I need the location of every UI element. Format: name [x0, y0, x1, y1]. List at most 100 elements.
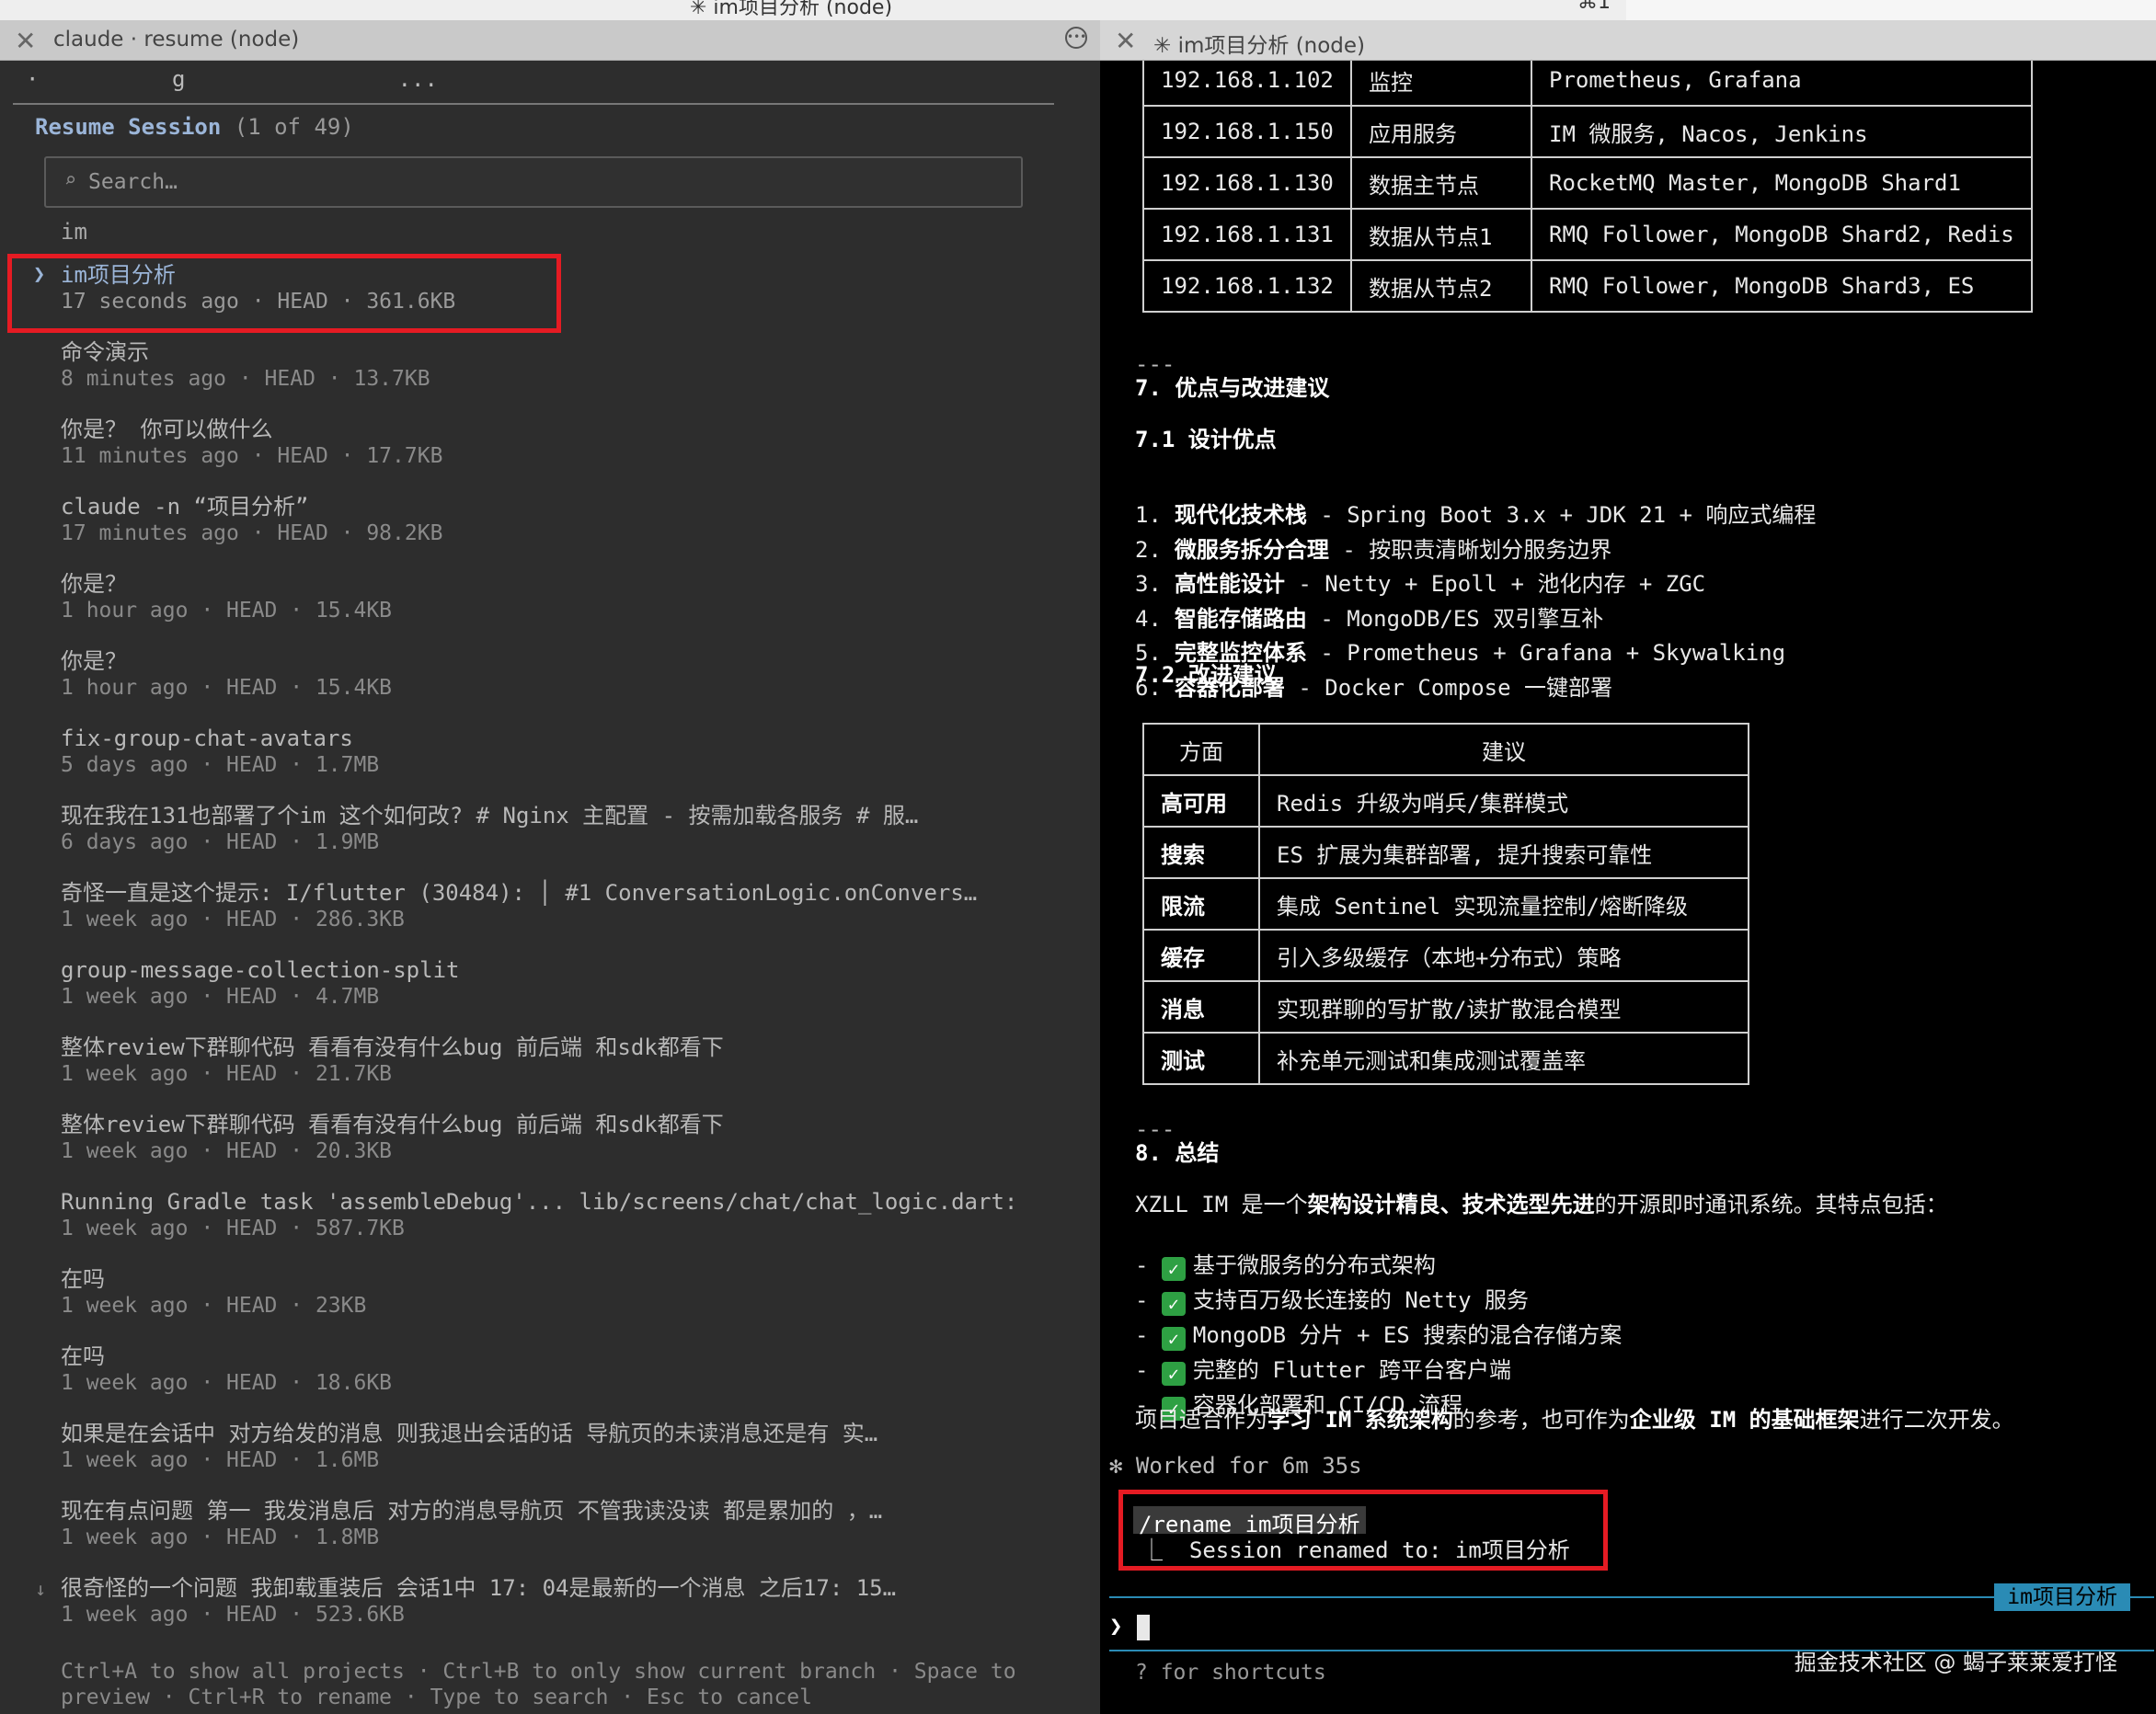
session-title: group-message-collection-split	[61, 957, 460, 983]
session-item[interactable]: 在吗 1 week ago · HEAD · 23KB	[0, 1265, 1100, 1343]
session-meta: 8 minutes ago · HEAD · 13.7KB	[61, 367, 430, 391]
list-item: - ✓ MongoDB 分片 + ES 搜索的混合存储方案	[1135, 1317, 1622, 1351]
bullet-dash: -	[1135, 1252, 1162, 1278]
list-item: - ✓ 完整的 Flutter 跨平台客户端	[1135, 1352, 1511, 1386]
close-icon[interactable]: ✕	[15, 26, 36, 56]
table-cell: 消息	[1142, 980, 1260, 1034]
conc-part: 的参考，也可作为	[1452, 1407, 1630, 1433]
session-title: 很奇怪的一个问题 我卸载重装后 会话1中 17: 04是最新的一个消息 之后17…	[61, 1575, 897, 1601]
session-title: 如果是在会话中 对方给发的消息 则我退出会话的话 导航页的未读消息还是有 实…	[61, 1421, 878, 1446]
check-mark-icon: ✓	[1161, 1362, 1186, 1386]
session-item[interactable]: 你是？ 你可以做什么 11 minutes ago · HEAD · 17.7KB	[0, 416, 1100, 493]
session-meta: 1 week ago · HEAD · 21.7KB	[61, 1062, 393, 1086]
table-row: 192.168.1.150 应用服务 IM 微服务, Nacos, Jenkins	[1142, 105, 2033, 158]
session-item[interactable]: 命令演示 8 minutes ago · HEAD · 13.7KB	[0, 338, 1100, 416]
merit-num: 2.	[1135, 536, 1162, 563]
tab-im-analysis[interactable]: ✕ ✳ im项目分析 (node)	[1100, 20, 2156, 61]
table-cell: RMQ Follower, MongoDB Shard2, Redis	[1531, 208, 2033, 261]
table-cell: 搜索	[1142, 826, 1260, 879]
table-cell: 数据从节点2	[1350, 259, 1532, 313]
session-meta: 1 week ago · HEAD · 587.7KB	[61, 1217, 405, 1240]
session-item[interactable]: 整体review下群聊代码 看看有没有什么bug 前后端 和sdk都看下 1 we…	[0, 1034, 1100, 1111]
session-title: 命令演示	[61, 339, 149, 365]
merit-desc: - 按职责清晰划分服务边界	[1328, 536, 1612, 563]
table-cell: RocketMQ Master, MongoDB Shard1	[1531, 156, 2033, 210]
table-row: 192.168.1.131 数据从节点1 RMQ Follower, MongoDB…	[1142, 208, 2033, 261]
titlebar-right-area	[1626, 0, 2156, 20]
table-cell: 限流	[1142, 877, 1260, 931]
resume-count: (1 of 49)	[234, 114, 354, 140]
session-item[interactable]: ↓ 很奇怪的一个问题 我卸载重装后 会话1中 17: 04是最新的一个消息 之后1…	[0, 1574, 1100, 1651]
merit-desc: - Netty + Epoll + 池化内存 + ZGC	[1284, 571, 1706, 597]
table-cell: 引入多级缓存（本地+分布式）策略	[1258, 929, 1749, 982]
table-cell: 192.168.1.131	[1142, 208, 1352, 261]
more-options-icon[interactable]: •••	[1065, 27, 1087, 49]
hint-line-1: Ctrl+A to show all projects · Ctrl+B to …	[61, 1660, 1016, 1684]
conc-part: 进行二次开发。	[1859, 1407, 2014, 1433]
session-title: Running Gradle task 'assembleDebug'... l…	[61, 1189, 1017, 1215]
session-meta: 1 week ago · HEAD · 4.7MB	[61, 985, 380, 1009]
session-meta: 1 week ago · HEAD · 523.6KB	[61, 1603, 405, 1627]
search-icon: ⌕	[64, 169, 77, 192]
session-item[interactable]: Running Gradle task 'assembleDebug'... l…	[0, 1188, 1100, 1265]
close-icon[interactable]: ✕	[1115, 26, 1136, 56]
table-cell: Redis 升级为哨兵/集群模式	[1258, 774, 1749, 828]
session-meta: 1 hour ago · HEAD · 15.4KB	[61, 599, 393, 623]
session-meta: 1 week ago · HEAD · 20.3KB	[61, 1139, 393, 1163]
tab-label: claude · resume (node)	[53, 28, 300, 51]
keyboard-hints: Ctrl+A to show all projects · Ctrl+B to …	[61, 1659, 1016, 1710]
session-meta: 1 week ago · HEAD · 1.6MB	[61, 1448, 380, 1472]
session-item[interactable]: 在吗 1 week ago · HEAD · 18.6KB	[0, 1343, 1100, 1420]
conclusion-text: 项目适合作为学习 IM 系统架构的参考，也可作为企业级 IM 的基础框架进行二次…	[1135, 1401, 2014, 1434]
table-row: 高可用 Redis 升级为哨兵/集群模式	[1142, 774, 1749, 828]
tab-claude-resume[interactable]: ✕ claude · resume (node) •••	[0, 20, 1100, 61]
feature-text: MongoDB 分片 + ES 搜索的混合存储方案	[1192, 1322, 1623, 1348]
session-item[interactable]: fix-group-chat-avatars 5 days ago · HEAD …	[0, 725, 1100, 802]
merit-desc: - Spring Boot 3.x + JDK 21 + 响应式编程	[1306, 502, 1817, 528]
table-cell: 192.168.1.132	[1142, 259, 1352, 313]
heading-7: 7. 优点与改进建议	[1135, 375, 1330, 401]
conc-bold: 学习 IM 系统架构	[1267, 1407, 1453, 1433]
bullet-dash: -	[1135, 1287, 1162, 1313]
heading-7-1: 7.1 设计优点	[1135, 427, 1277, 452]
tab-label: ✳ im项目分析 (node)	[1153, 34, 1366, 58]
session-title: 在吗	[61, 1343, 105, 1369]
table-cell: 高可用	[1142, 774, 1260, 828]
server-ip-table: 192.168.1.102 监控 Prometheus, Grafana 192.16…	[1142, 61, 2033, 313]
session-title: 现在有点问题 第一 我发消息后 对方的消息导航页 不管我读没读 都是累加的 ，…	[61, 1498, 883, 1524]
table-cell: 192.168.1.130	[1142, 156, 1352, 210]
search-input[interactable]	[88, 166, 990, 199]
table-cell: ES 扩展为集群部署, 提升搜索可靠性	[1258, 826, 1749, 879]
worked-status: ✻ Worked for 6m 35s	[1109, 1453, 1362, 1479]
conc-part: 项目适合作为	[1135, 1407, 1267, 1433]
session-item[interactable]: 整体review下群聊代码 看看有没有什么bug 前后端 和sdk都看下 1 we…	[0, 1111, 1100, 1188]
session-item[interactable]: 现在有点问题 第一 我发消息后 对方的消息导航页 不管我读没读 都是累加的 ，……	[0, 1497, 1100, 1574]
session-list: ❯ im项目分析 17 seconds ago · HEAD · 361.6KB 命令…	[0, 261, 1100, 1651]
table-header-row: 方面 建议	[1142, 723, 1749, 776]
list-item: 2. 微服务拆分合理 - 按职责清晰划分服务边界	[1135, 531, 1611, 564]
table-cell: Prometheus, Grafana	[1531, 61, 2033, 107]
session-item[interactable]: 如果是在会话中 对方给发的消息 则我退出会话的话 导航页的未读消息还是有 实… 1…	[0, 1420, 1100, 1497]
session-item[interactable]: 奇怪一直是这个提示: I/flutter (30484): │ #1 Conve…	[0, 879, 1100, 956]
session-meta: 1 week ago · HEAD · 18.6KB	[61, 1371, 393, 1395]
list-item: - ✓ 支持百万级长连接的 Netty 服务	[1135, 1282, 1529, 1316]
session-item[interactable]: claude -n “项目分析” 17 minutes ago · HEAD · …	[0, 493, 1100, 570]
session-item[interactable]: 你是？ 1 hour ago · HEAD · 15.4KB	[0, 570, 1100, 647]
merit-key: 现代化技术栈	[1174, 502, 1307, 528]
hint-line-2: preview · Ctrl+R to rename · Type to sea…	[61, 1685, 812, 1709]
table-row: 192.168.1.102 监控 Prometheus, Grafana	[1142, 61, 2033, 107]
table-row: 192.168.1.132 数据从节点2 RMQ Follower, MongoDB…	[1142, 259, 2033, 313]
search-box[interactable]: ⌕	[44, 156, 1023, 208]
table-row: 测试 补充单元测试和集成测试覆盖率	[1142, 1032, 1749, 1085]
session-item[interactable]: group-message-collection-split 1 week ago…	[0, 956, 1100, 1034]
session-title: 奇怪一直是这个提示: I/flutter (30484): │ #1 Conve…	[61, 880, 978, 906]
session-item[interactable]: 现在我在131也部署了个im 这个如何改? # Nginx 主配置 - 按需加载…	[0, 802, 1100, 879]
check-mark-icon: ✓	[1161, 1292, 1186, 1316]
heading-8: 8. 总结	[1135, 1140, 1220, 1166]
input-cursor[interactable]	[1137, 1615, 1150, 1640]
table-row: 限流 集成 Sentinel 实现流量控制/熔断降级	[1142, 877, 1749, 931]
table-cell: 集成 Sentinel 实现流量控制/熔断降级	[1258, 877, 1749, 931]
session-meta: 1 hour ago · HEAD · 15.4KB	[61, 676, 393, 700]
conc-bold: 企业级 IM 的基础框架	[1629, 1407, 1860, 1433]
session-item[interactable]: 你是？ 1 hour ago · HEAD · 15.4KB	[0, 647, 1100, 725]
